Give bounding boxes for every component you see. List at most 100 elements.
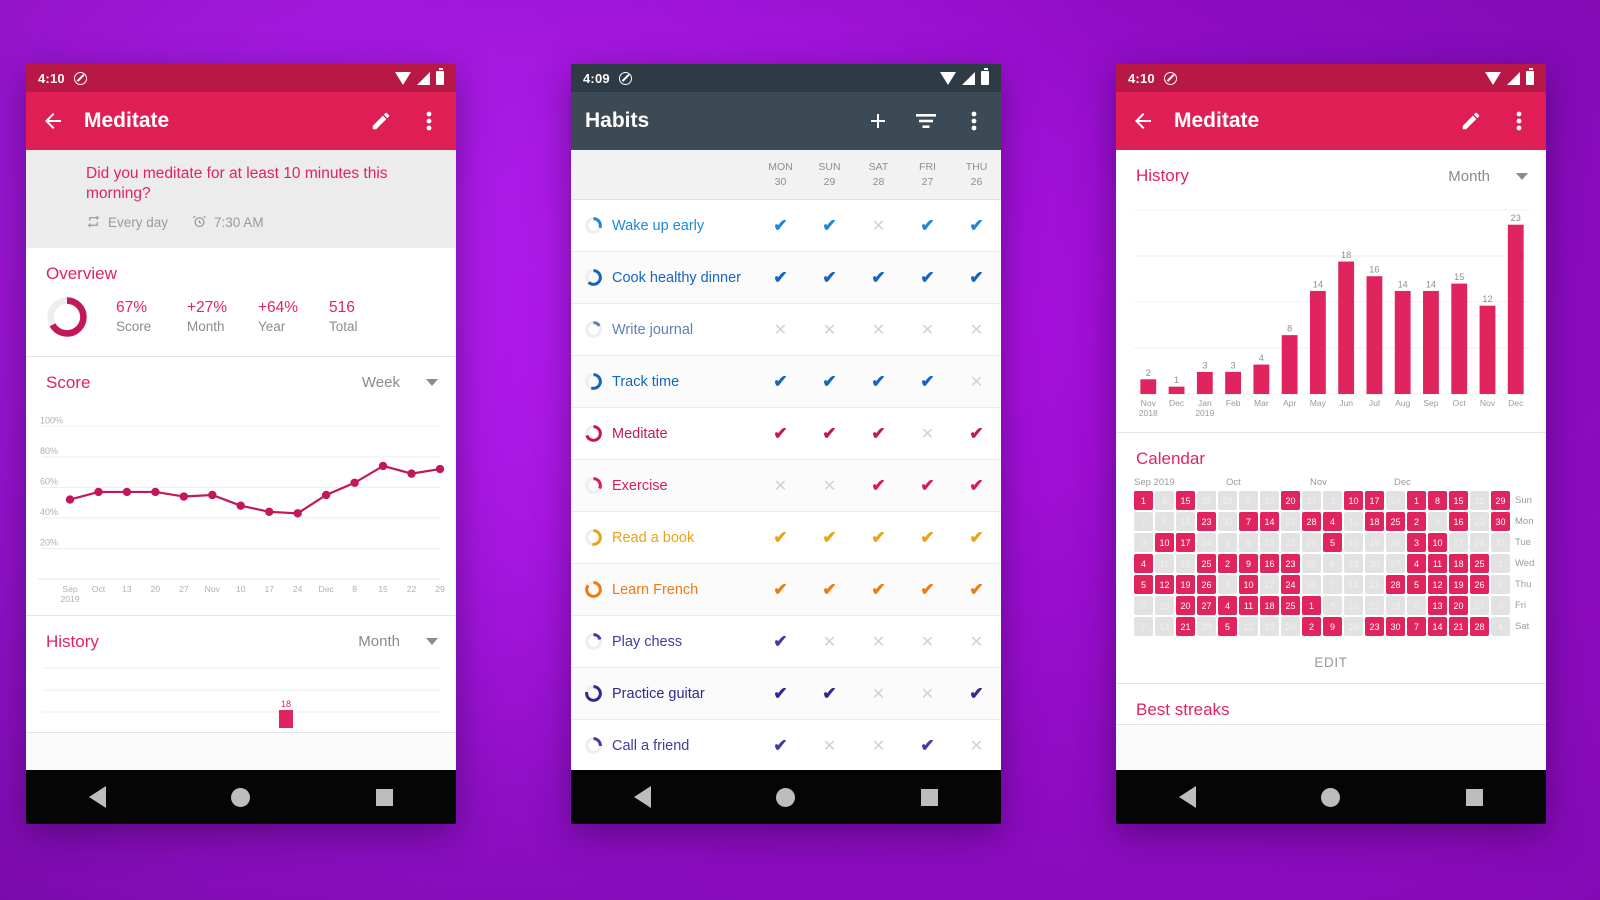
calendar-day-empty[interactable]: 21 (1365, 575, 1384, 594)
overflow-menu-icon[interactable] (961, 108, 987, 134)
calendar-day-empty[interactable]: 8 (1155, 512, 1174, 531)
calendar-day-completed[interactable]: 3 (1407, 533, 1426, 552)
habit-cross-cell[interactable]: ✕ (805, 476, 854, 496)
calendar-day-completed[interactable]: 15 (1176, 491, 1195, 510)
calendar-day-completed[interactable]: 10 (1155, 533, 1174, 552)
habit-cross-cell[interactable]: ✕ (903, 684, 952, 704)
calendar-day-completed[interactable]: 1 (1134, 491, 1153, 510)
calendar-day-empty[interactable]: 7 (1323, 575, 1342, 594)
back-arrow-icon[interactable] (40, 108, 66, 134)
habit-row-label-cell[interactable]: Write journal (571, 320, 756, 339)
nav-recents-icon[interactable] (921, 788, 939, 806)
habit-cross-cell[interactable]: ✕ (952, 736, 1001, 756)
habit-cross-cell[interactable]: ✕ (805, 632, 854, 652)
habit-row-label-cell[interactable]: Play chess (571, 632, 756, 651)
calendar-day-completed[interactable]: 25 (1386, 512, 1405, 531)
calendar-day-completed[interactable]: 11 (1428, 554, 1447, 573)
calendar-day-empty[interactable]: 3 (1218, 575, 1237, 594)
calendar-day-completed[interactable]: 10 (1428, 533, 1447, 552)
calendar-day-empty[interactable]: 9 (1428, 512, 1447, 531)
calendar-day-completed[interactable]: 20 (1449, 596, 1468, 615)
calendar-heatmap[interactable]: 1 7 3 4 5 6 7 8 8 10 11 12 13 14 15 15 17 18 19 20 21 22 23 24 2… (1134, 491, 1510, 636)
calendar-day-completed[interactable]: 5 (1407, 575, 1426, 594)
calendar-day-empty[interactable]: 1 (1218, 533, 1237, 552)
nav-home-icon[interactable] (776, 787, 796, 807)
habit-check-cell[interactable]: ✔ (854, 268, 903, 288)
calendar-day-empty[interactable]: 24 (1470, 533, 1489, 552)
nav-back-icon[interactable] (633, 786, 651, 808)
calendar-day-completed[interactable]: 20 (1176, 596, 1195, 615)
habit-check-cell[interactable]: ✔ (756, 424, 805, 444)
habit-check-cell[interactable]: ✔ (756, 216, 805, 236)
calendar-day-completed[interactable]: 26 (1470, 575, 1489, 594)
calendar-day-empty[interactable]: 4 (1491, 617, 1510, 636)
habit-check-cell[interactable]: ✔ (756, 736, 805, 756)
calendar-day-empty[interactable]: 29 (1386, 596, 1405, 615)
calendar-day-completed[interactable]: 17 (1176, 533, 1195, 552)
habit-cross-cell[interactable]: ✕ (854, 216, 903, 236)
habit-row[interactable]: Cook healthy dinner ✔ ✔ ✔ ✔ ✔ (571, 252, 1001, 304)
calendar-day-completed[interactable]: 12 (1155, 575, 1174, 594)
habit-cross-cell[interactable]: ✕ (854, 320, 903, 340)
calendar-day-empty[interactable]: 16 (1344, 617, 1363, 636)
calendar-day-empty[interactable]: 8 (1155, 491, 1174, 510)
calendar-day-empty[interactable]: 12 (1344, 533, 1363, 552)
calendar-day-empty[interactable]: 3 (1491, 596, 1510, 615)
calendar-day-empty[interactable]: 17 (1449, 533, 1468, 552)
calendar-day-empty[interactable]: 19 (1365, 533, 1384, 552)
calendar-day-completed[interactable]: 17 (1365, 491, 1384, 510)
calendar-day-completed[interactable]: 21 (1449, 617, 1468, 636)
calendar-day-empty[interactable]: 22 (1281, 533, 1300, 552)
habit-check-cell[interactable]: ✔ (903, 580, 952, 600)
habit-check-cell[interactable]: ✔ (952, 476, 1001, 496)
calendar-day-completed[interactable]: 21 (1176, 617, 1195, 636)
calendar-day-empty[interactable]: 29 (1218, 491, 1237, 510)
calendar-day-empty[interactable]: 15 (1260, 533, 1279, 552)
habit-check-cell[interactable]: ✔ (952, 580, 1001, 600)
calendar-day-empty[interactable]: 23 (1470, 512, 1489, 531)
calendar-day-completed[interactable]: 14 (1260, 512, 1279, 531)
calendar-day-completed[interactable]: 4 (1218, 596, 1237, 615)
calendar-day-empty[interactable]: 3 (1323, 491, 1342, 510)
calendar-day-completed[interactable]: 4 (1407, 554, 1426, 573)
habit-cross-cell[interactable]: ✕ (903, 424, 952, 444)
habit-cross-cell[interactable]: ✕ (903, 320, 952, 340)
nav-back-icon[interactable] (88, 786, 106, 808)
habit-check-cell[interactable]: ✔ (854, 528, 903, 548)
calendar-day-empty[interactable]: 21 (1281, 512, 1300, 531)
calendar-day-completed[interactable]: 14 (1428, 617, 1447, 636)
habit-check-cell[interactable]: ✔ (903, 268, 952, 288)
habit-cross-cell[interactable]: ✕ (805, 736, 854, 756)
calendar-day-empty[interactable]: 24 (1386, 491, 1405, 510)
habit-row-label-cell[interactable]: Wake up early (571, 216, 756, 235)
habit-check-cell[interactable]: ✔ (805, 424, 854, 444)
calendar-day-completed[interactable]: 20 (1281, 491, 1300, 510)
calendar-day-empty[interactable]: 3 (1134, 533, 1153, 552)
nav-back-icon[interactable] (1178, 786, 1196, 808)
history-range-dropdown[interactable]: Month (358, 633, 438, 650)
calendar-day-empty[interactable]: 27 (1470, 596, 1489, 615)
habit-check-cell[interactable]: ✔ (854, 580, 903, 600)
calendar-day-completed[interactable]: 13 (1428, 596, 1447, 615)
habit-check-cell[interactable]: ✔ (805, 372, 854, 392)
habit-check-cell[interactable]: ✔ (903, 736, 952, 756)
calendar-day-empty[interactable]: 13 (1260, 491, 1279, 510)
habit-check-cell[interactable]: ✔ (854, 476, 903, 496)
calendar-day-completed[interactable]: 19 (1176, 575, 1195, 594)
pencil-icon[interactable] (1458, 108, 1484, 134)
calendar-day-completed[interactable]: 23 (1365, 617, 1384, 636)
pencil-icon[interactable] (368, 108, 394, 134)
habit-check-cell[interactable]: ✔ (805, 684, 854, 704)
calendar-day-empty[interactable]: 31 (1491, 533, 1510, 552)
nav-home-icon[interactable] (1321, 787, 1341, 807)
calendar-day-empty[interactable]: 30 (1302, 554, 1321, 573)
calendar-day-empty[interactable]: 15 (1176, 512, 1195, 531)
calendar-day-completed[interactable]: 9 (1323, 617, 1342, 636)
habit-cross-cell[interactable]: ✕ (805, 320, 854, 340)
score-range-dropdown[interactable]: Week (362, 374, 438, 391)
habit-row[interactable]: Call a friend ✔ ✕ ✕ ✔ ✕ (571, 720, 1001, 772)
calendar-day-empty[interactable]: 6 (1323, 554, 1342, 573)
habit-cross-cell[interactable]: ✕ (952, 320, 1001, 340)
habit-row[interactable]: Play chess ✔ ✕ ✕ ✕ ✕ (571, 616, 1001, 668)
habit-check-cell[interactable]: ✔ (854, 372, 903, 392)
